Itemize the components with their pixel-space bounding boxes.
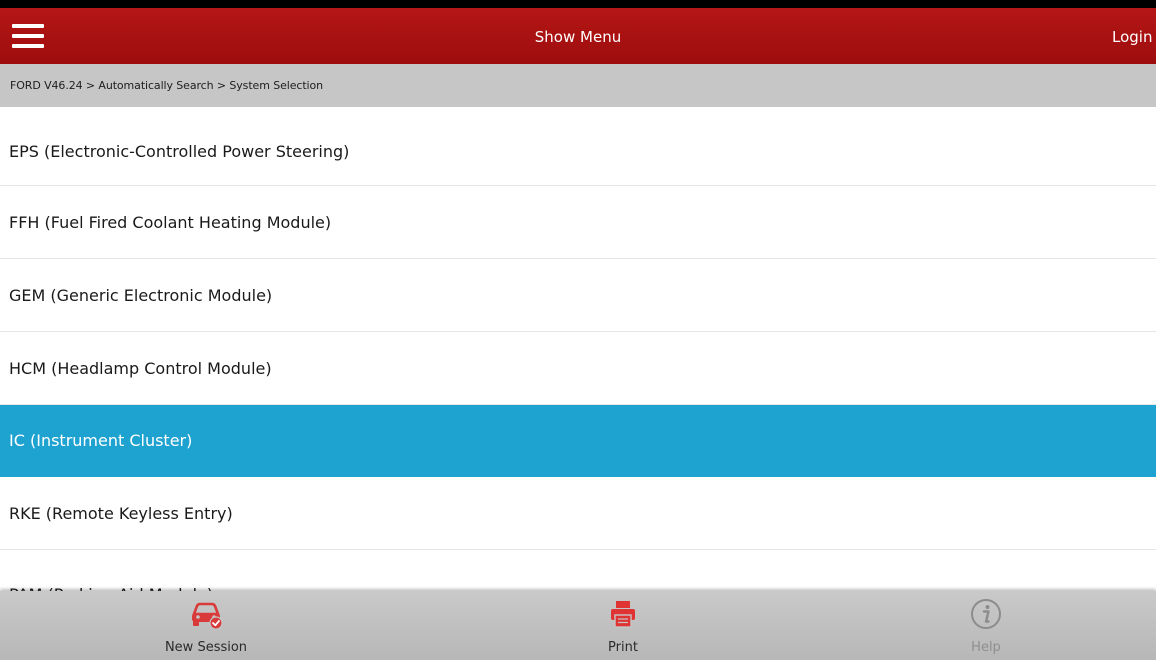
system-item-ic[interactable]: IC (Instrument Cluster) [0, 405, 1156, 477]
system-item-gem[interactable]: GEM (Generic Electronic Module) [0, 259, 1156, 332]
info-icon [971, 599, 1001, 629]
bottom-toolbar: New Session Print Help [0, 591, 1156, 660]
breadcrumb: FORD V46.24 > Automatically Search > Sys… [0, 64, 1156, 107]
help-label: Help [971, 640, 1001, 655]
new-session-label: New Session [164, 640, 248, 655]
print-label: Print [608, 640, 638, 655]
hamburger-menu-icon[interactable] [10, 16, 50, 56]
print-button[interactable]: Print [543, 591, 703, 660]
new-session-button[interactable]: New Session [126, 591, 286, 660]
system-item-ffh[interactable]: FFH (Fuel Fired Coolant Heating Module) [0, 186, 1156, 259]
printer-icon [611, 601, 635, 628]
show-menu-title[interactable]: Show Menu [478, 28, 678, 46]
top-bar: Show Menu Login [0, 0, 1156, 64]
system-list: EPS (Electronic-Controlled Power Steerin… [0, 107, 1156, 591]
help-button[interactable]: Help [906, 591, 1066, 660]
system-item-pam[interactable]: PAM (Parking Aid Module) [0, 550, 1156, 591]
login-link[interactable]: Login [1112, 28, 1156, 46]
system-item-rke[interactable]: RKE (Remote Keyless Entry) [0, 477, 1156, 550]
car-check-icon [192, 602, 223, 630]
system-item-eps[interactable]: EPS (Electronic-Controlled Power Steerin… [0, 107, 1156, 186]
system-item-hcm[interactable]: HCM (Headlamp Control Module) [0, 332, 1156, 405]
app-window: Show Menu Login FORD V46.24 > Automatica… [0, 0, 1156, 660]
